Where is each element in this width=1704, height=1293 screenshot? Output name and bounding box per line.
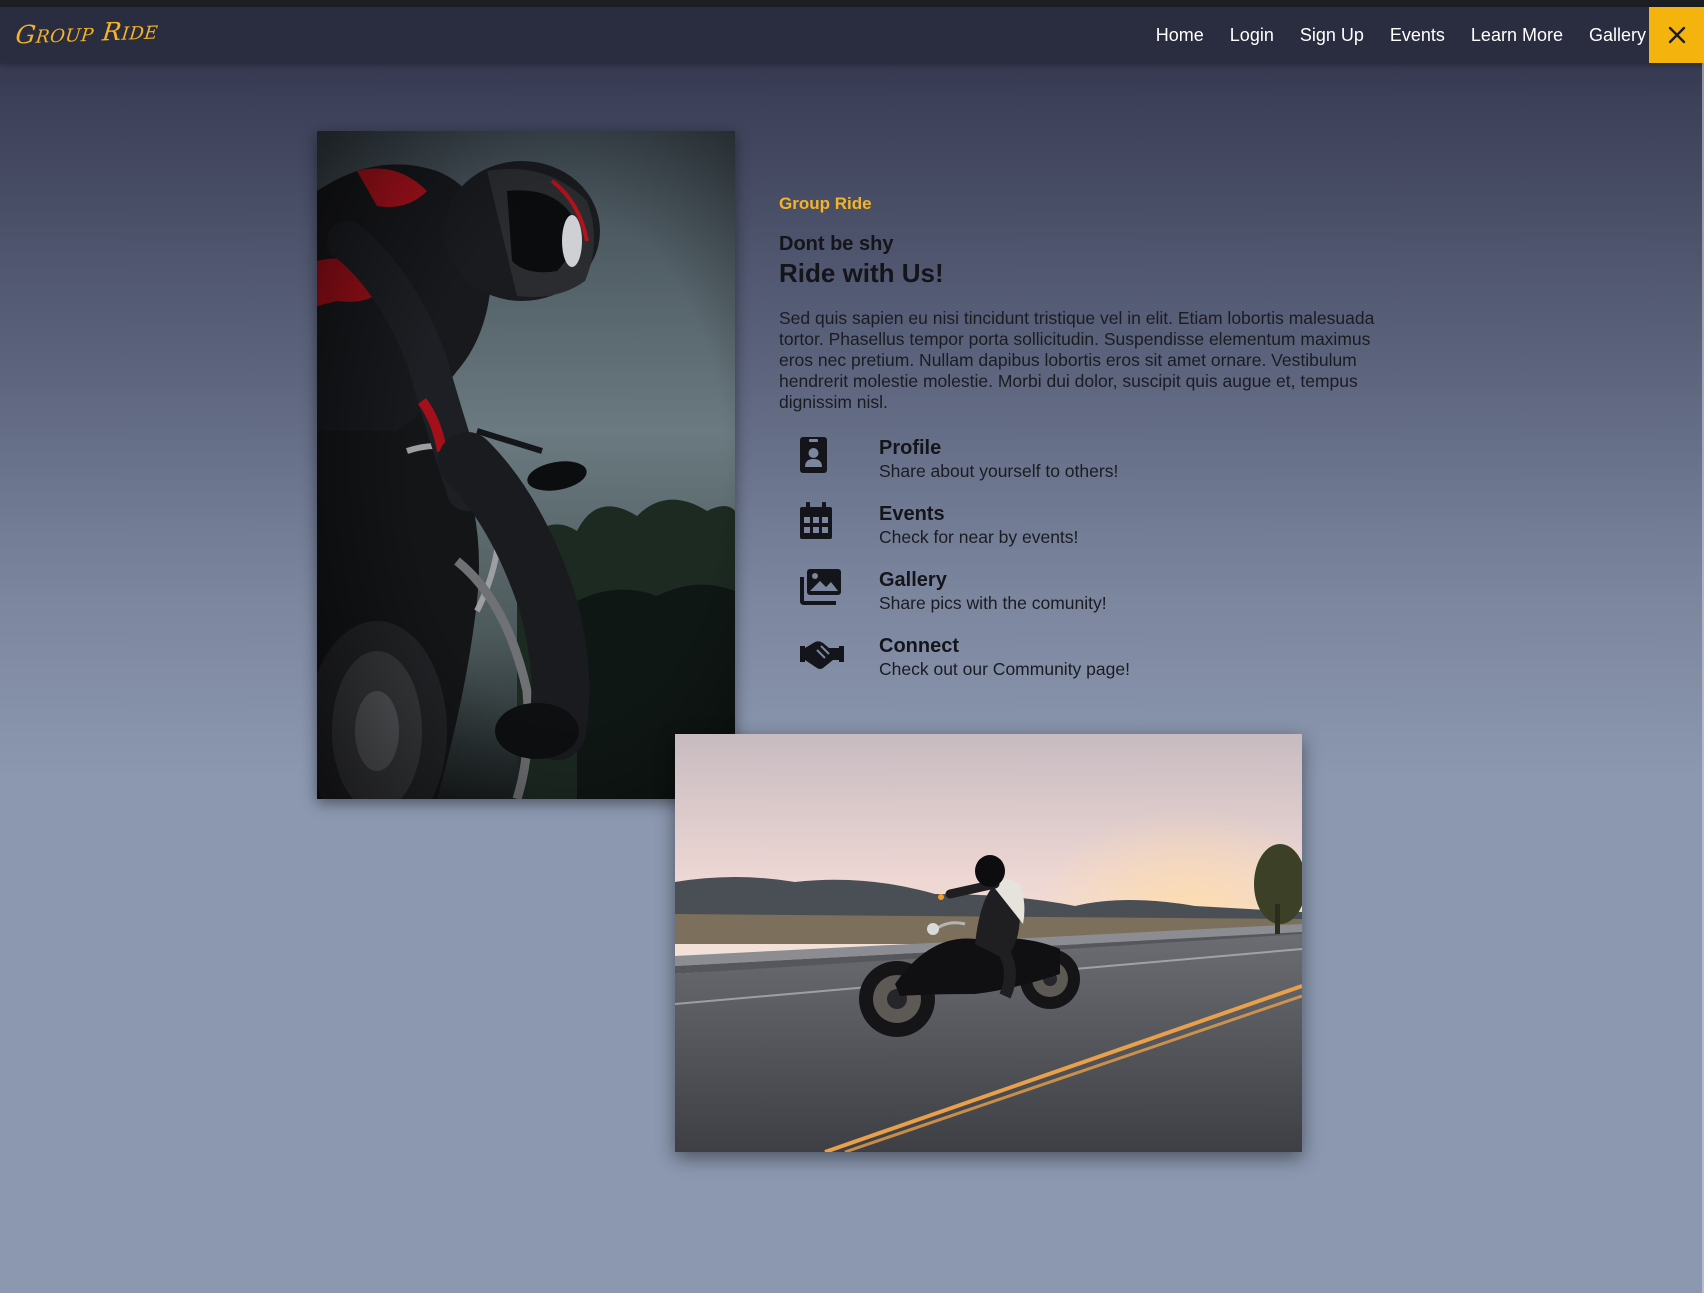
road-photo — [675, 734, 1302, 1152]
section-eyebrow: Group Ride — [779, 194, 872, 213]
feature-title: Profile — [879, 437, 942, 459]
section-heading: Ride with Us! — [779, 258, 944, 288]
feature-desc: Share pics with the comunity! — [879, 593, 1107, 613]
brand-logo[interactable]: Group Ride — [14, 16, 160, 50]
nav-link-gallery[interactable]: Gallery — [1589, 25, 1646, 46]
images-icon — [779, 567, 879, 611]
nav-links: Home Login Sign Up Events Learn More Gal… — [1130, 7, 1646, 63]
handshake-icon — [779, 633, 879, 677]
feature-title: Gallery — [879, 569, 947, 591]
feature-title: Connect — [879, 635, 959, 657]
feature-connect: Connect Check out our Community page! — [779, 633, 1389, 699]
section-body: Sed quis sapien eu nisi tincidunt tristi… — [779, 308, 1375, 412]
feature-title: Events — [879, 503, 945, 525]
section-subheading: Dont be shy — [779, 233, 894, 255]
about-section: Group Ride Dont be shy Ride with Us! Sed… — [779, 192, 1389, 699]
navbar: Group Ride Home Login Sign Up Events Lea… — [0, 7, 1704, 63]
feature-list: Profile Share about yourself to others! — [779, 435, 1389, 699]
nav-link-home[interactable]: Home — [1156, 25, 1204, 46]
calendar-icon — [779, 501, 879, 545]
close-icon — [1668, 26, 1685, 44]
feature-profile: Profile Share about yourself to others! — [779, 435, 1389, 501]
feature-desc: Check for near by events! — [879, 527, 1079, 547]
nav-link-events[interactable]: Events — [1390, 25, 1445, 46]
nav-link-sign-up[interactable]: Sign Up — [1300, 25, 1364, 46]
close-menu-button[interactable] — [1649, 7, 1704, 63]
feature-events: Events Check for near by events! — [779, 501, 1389, 567]
rider-photo — [317, 131, 735, 799]
feature-gallery: Gallery Share pics with the comunity! — [779, 567, 1389, 633]
feature-desc: Check out our Community page! — [879, 659, 1130, 679]
nav-link-login[interactable]: Login — [1230, 25, 1274, 46]
nav-link-learn-more[interactable]: Learn More — [1471, 25, 1563, 46]
feature-desc: Share about yourself to others! — [879, 461, 1119, 481]
id-badge-icon — [779, 435, 879, 479]
